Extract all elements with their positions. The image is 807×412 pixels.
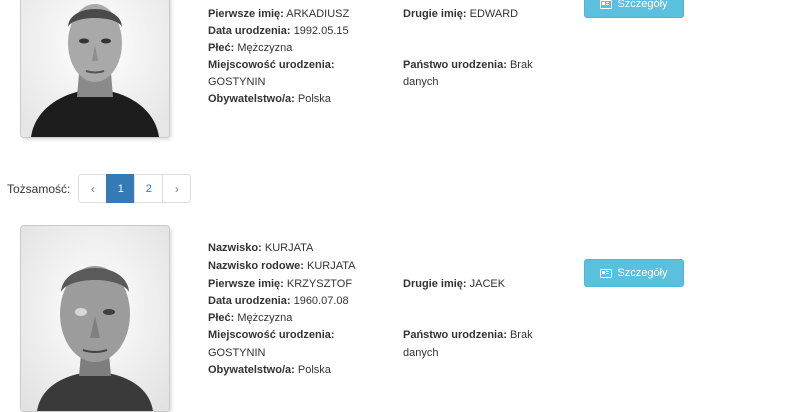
person-record-2: Nazwisko: KURJATA Nazwisko rodowe: KURJA… (0, 220, 807, 412)
first-name-field: Pierwsze imię: ARKADIUSZ (208, 6, 349, 23)
birthplace-field: Miejscowość urodzenia: (208, 57, 335, 74)
first-name-label: Pierwsze imię: (208, 278, 284, 290)
citizenship-value: Polska (297, 93, 331, 105)
details-button-label: Szczegóły (617, 267, 668, 279)
birth-date-label: Data urodzenia: (208, 295, 291, 307)
portrait-image (21, 0, 169, 137)
person-photo (20, 225, 170, 412)
birth-country-value-cont: danych (403, 76, 439, 88)
details-button[interactable]: Szczegóły (584, 259, 684, 287)
birth-country-value-row: danych (403, 345, 438, 362)
birth-date-value: 1960.07.08 (293, 295, 349, 307)
birth-country-label: Państwo urodzenia: (403, 59, 507, 71)
first-name-field: Pierwsze imię: KRZYSZTOF (208, 276, 352, 293)
birth-country-value: Brak (509, 59, 533, 71)
family-name-field: Nazwisko rodowe: KURJATA (208, 258, 356, 275)
second-name-field: Drugie imię: EDWARD (403, 6, 518, 23)
birth-date-label: Data urodzenia: (208, 25, 291, 37)
first-name-label: Pierwsze imię: (208, 8, 284, 20)
sex-label: Płeć: (208, 312, 235, 324)
sex-value: Mężczyzna (237, 312, 293, 324)
birth-country-label: Państwo urodzenia: (403, 329, 507, 341)
birthplace-value-row: GOSTYNIN (208, 74, 265, 91)
sex-field: Płeć: Mężczyzna (208, 310, 292, 327)
birthplace-field: Miejscowość urodzenia: (208, 327, 335, 344)
page-1-button[interactable]: 1 (106, 174, 136, 203)
birthplace-value: GOSTYNIN (208, 347, 266, 359)
pagination-label: Tożsamość: (7, 181, 71, 196)
pagination: ‹ 1 2 › (78, 174, 192, 203)
birth-country-value-row: danych (403, 74, 438, 91)
birthplace-label: Miejscowość urodzenia: (208, 329, 335, 341)
surname-value: KURJATA (264, 242, 314, 254)
person-photo (20, 0, 170, 138)
birthplace-value: GOSTYNIN (208, 76, 266, 88)
prev-page-button[interactable]: ‹ (78, 174, 108, 203)
next-page-button[interactable]: › (162, 174, 192, 203)
first-name-value: KRZYSZTOF (286, 278, 353, 290)
sex-label: Płeć: (208, 42, 235, 54)
second-name-value: EDWARD (469, 8, 519, 20)
page-2-button[interactable]: 2 (134, 174, 164, 203)
id-card-icon (600, 268, 613, 278)
birth-date-field: Data urodzenia: 1992.05.15 (208, 23, 349, 40)
birth-country-field: Państwo urodzenia: Brak (403, 57, 533, 74)
birth-country-value: Brak (509, 329, 533, 341)
portrait-image (21, 226, 169, 411)
person-record-1: Pierwsze imię: ARKADIUSZ Drugie imię: ED… (0, 0, 807, 140)
citizenship-label: Obywatelstwo/a: (208, 364, 295, 376)
birth-date-value: 1992.05.15 (293, 25, 349, 37)
second-name-value: JACEK (469, 278, 506, 290)
family-name-value: KURJATA (307, 260, 356, 272)
birth-country-value-cont: danych (403, 347, 439, 359)
family-name-label: Nazwisko rodowe: (208, 260, 304, 272)
id-card-icon (600, 0, 613, 9)
identity-pagination-row: Tożsamość: ‹ 1 2 › (7, 174, 192, 203)
sex-field: Płeć: Mężczyzna (208, 40, 292, 57)
birth-country-field: Państwo urodzenia: Brak (403, 327, 533, 344)
second-name-label: Drugie imię: (403, 278, 467, 290)
surname-field: Nazwisko: KURJATA (208, 240, 313, 257)
second-name-field: Drugie imię: JACEK (403, 276, 505, 293)
citizenship-field: Obywatelstwo/a: Polska (208, 362, 331, 379)
birthplace-value-row: GOSTYNIN (208, 345, 265, 362)
surname-label: Nazwisko: (208, 242, 262, 254)
details-button[interactable]: Szczegóły (584, 0, 684, 18)
birthplace-label: Miejscowość urodzenia: (208, 59, 335, 71)
details-button-label: Szczegóły (617, 0, 668, 10)
birth-date-field: Data urodzenia: 1960.07.08 (208, 293, 349, 310)
first-name-value: ARKADIUSZ (286, 8, 350, 20)
sex-value: Mężczyzna (237, 42, 293, 54)
citizenship-label: Obywatelstwo/a: (208, 93, 295, 105)
citizenship-value: Polska (297, 364, 331, 376)
second-name-label: Drugie imię: (403, 8, 467, 20)
citizenship-field: Obywatelstwo/a: Polska (208, 91, 331, 108)
